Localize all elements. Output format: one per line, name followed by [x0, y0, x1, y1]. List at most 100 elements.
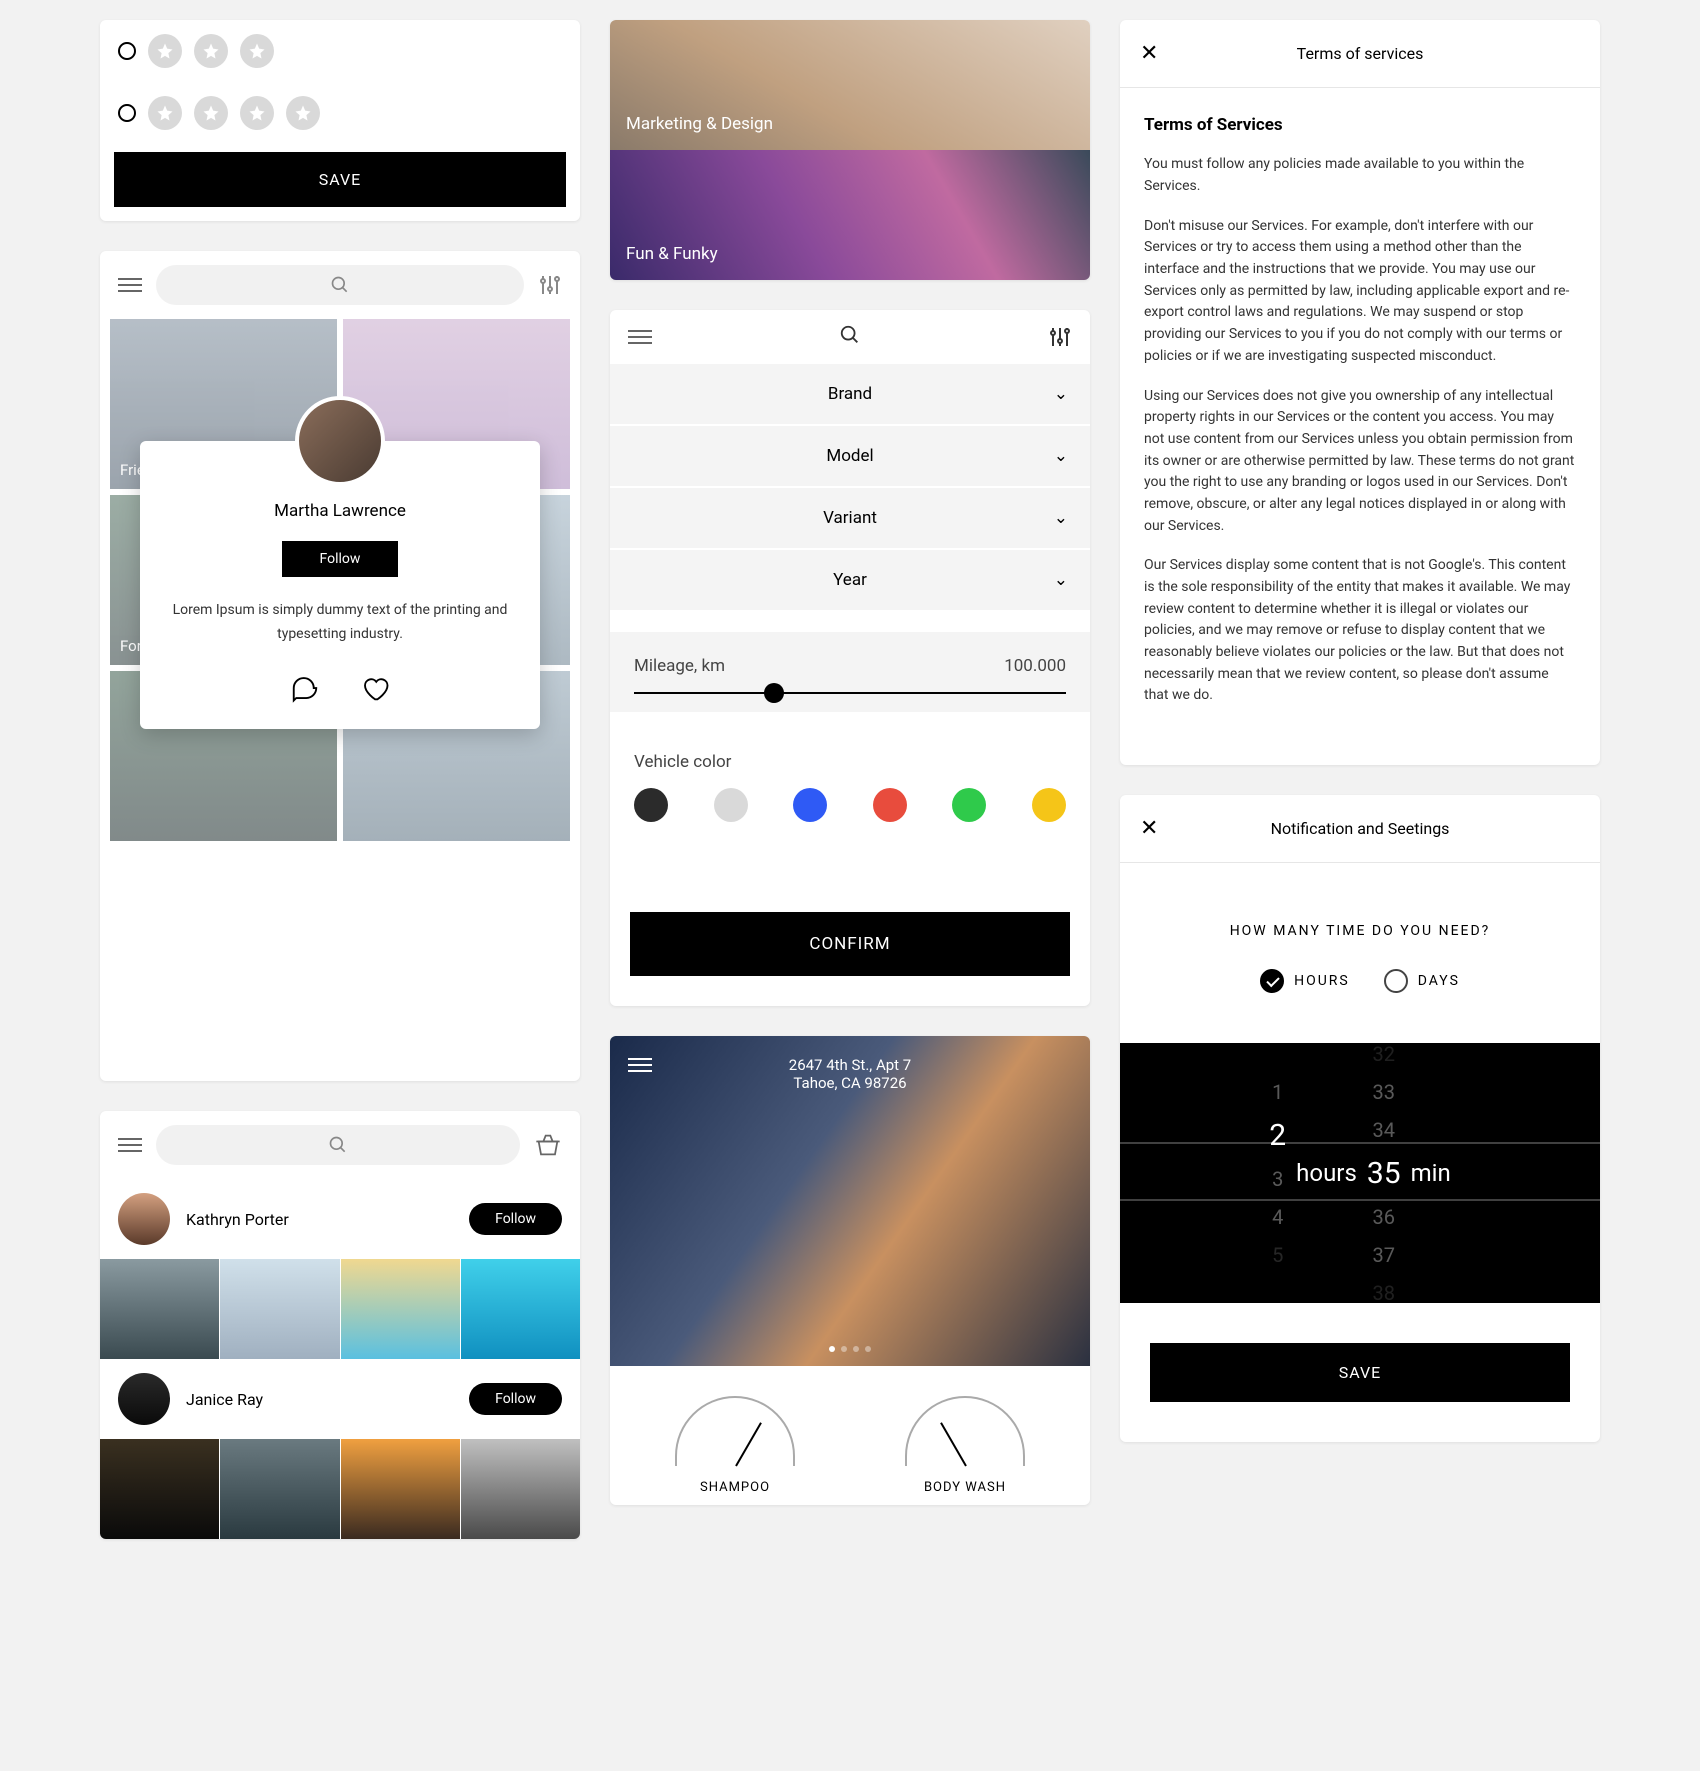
time-wheel[interactable]: 1 2 3 4 5 hours 32 33 34 35 36 37 38 min [1120, 1043, 1600, 1303]
address-line1: 2647 4th St., Apt 7 [610, 1056, 1090, 1074]
terms-card: ✕ Terms of services Terms of Services Yo… [1120, 20, 1600, 765]
thumb[interactable] [341, 1259, 460, 1359]
thumb[interactable] [461, 1259, 580, 1359]
terms-p: Our Services display some content that i… [1144, 555, 1576, 707]
star-icon [240, 34, 274, 68]
color-swatch[interactable] [714, 788, 748, 822]
followers-card: Kathryn Porter Follow Janice Ray Follow [100, 1111, 580, 1539]
hours-wheel[interactable]: 1 2 3 4 5 [1269, 1080, 1286, 1267]
chevron-down-icon: ⌄ [1054, 570, 1068, 590]
comment-icon[interactable] [290, 673, 320, 703]
filter-model[interactable]: Model⌄ [610, 426, 1090, 486]
confirm-button[interactable]: CONFIRM [630, 912, 1070, 976]
hamburger-icon[interactable] [118, 1134, 142, 1156]
chevron-down-icon: ⌄ [1054, 384, 1068, 404]
search-input[interactable] [156, 265, 524, 305]
chevron-down-icon: ⌄ [1054, 446, 1068, 466]
pager-dots[interactable] [610, 1346, 1090, 1352]
save-button[interactable]: SAVE [114, 152, 566, 207]
mileage-value: 100.000 [1004, 656, 1066, 676]
thumb[interactable] [461, 1439, 580, 1539]
hero-image: 2647 4th St., Apt 7 Tahoe, CA 98726 [610, 1036, 1090, 1366]
slider-thumb[interactable] [764, 683, 784, 703]
categories-card: Marketing & Design Fun & Funky [610, 20, 1090, 280]
radio-icon[interactable] [118, 42, 136, 60]
radio-days[interactable]: DAYS [1384, 969, 1460, 993]
slider-track [634, 692, 1066, 694]
gauge-bodywash[interactable]: BODY WASH [890, 1396, 1040, 1495]
search-input[interactable] [156, 1125, 520, 1165]
star-icon [194, 96, 228, 130]
color-swatch[interactable] [952, 788, 986, 822]
radio-icon[interactable] [118, 104, 136, 122]
follow-button[interactable]: Follow [469, 1383, 562, 1415]
terms-header: Terms of services [1140, 44, 1580, 63]
search-icon [328, 1135, 348, 1155]
color-swatches [610, 778, 1090, 862]
gauge-label: SHAMPOO [660, 1480, 810, 1495]
rating-card: SAVE [100, 20, 580, 221]
basket-icon[interactable] [534, 1131, 562, 1159]
search-icon [330, 275, 350, 295]
follow-button[interactable]: Follow [469, 1203, 562, 1235]
profile-popup: Martha Lawrence Follow Lorem Ipsum is si… [140, 441, 540, 729]
banner-marketing[interactable]: Marketing & Design [610, 20, 1090, 150]
thumb[interactable] [220, 1439, 339, 1539]
avatar [118, 1193, 170, 1245]
user-name: Kathryn Porter [186, 1210, 453, 1229]
gauge-shampoo[interactable]: SHAMPOO [660, 1396, 810, 1495]
search-icon[interactable] [839, 324, 861, 346]
thumb[interactable] [100, 1259, 219, 1359]
notification-card: ✕ Notification and Seetings HOW MANY TIM… [1120, 795, 1600, 1442]
mileage-label: Mileage, km [634, 656, 725, 676]
sliders-icon[interactable] [538, 273, 562, 297]
filter-brand[interactable]: Brand⌄ [610, 364, 1090, 424]
banner-fun[interactable]: Fun & Funky [610, 150, 1090, 280]
save-button[interactable]: SAVE [1150, 1343, 1570, 1402]
star-icon [148, 34, 182, 68]
sliders-icon[interactable] [1048, 325, 1072, 349]
mileage-slider[interactable]: Mileage, km 100.000 [610, 632, 1090, 712]
close-icon[interactable]: ✕ [1140, 41, 1158, 66]
vehicle-color-label: Vehicle color [610, 732, 1090, 778]
rating-row-4[interactable] [100, 82, 580, 144]
close-icon[interactable]: ✕ [1140, 816, 1158, 841]
hamburger-icon[interactable] [628, 1054, 652, 1076]
follow-button[interactable]: Follow [282, 541, 399, 577]
color-swatch[interactable] [634, 788, 668, 822]
color-swatch[interactable] [1032, 788, 1066, 822]
user-name: Janice Ray [186, 1390, 453, 1409]
radio-icon [1260, 969, 1284, 993]
avatar [295, 396, 385, 486]
min-unit: min [1411, 1159, 1451, 1187]
hamburger-icon[interactable] [118, 274, 142, 296]
minutes-wheel[interactable]: 32 33 34 35 36 37 38 [1367, 1043, 1401, 1303]
notif-question: HOW MANY TIME DO YOU NEED? [1120, 863, 1600, 969]
thumb[interactable] [341, 1439, 460, 1539]
color-swatch[interactable] [873, 788, 907, 822]
address-line2: Tahoe, CA 98726 [610, 1074, 1090, 1092]
star-icon [194, 34, 228, 68]
terms-p: Don't misuse our Services. For example, … [1144, 216, 1576, 368]
terms-p: You must follow any policies made availa… [1144, 154, 1576, 197]
hamburger-icon[interactable] [628, 326, 652, 348]
filter-card: Brand⌄ Model⌄ Variant⌄ Year⌄ Mileage, km… [610, 310, 1090, 1006]
filter-variant[interactable]: Variant⌄ [610, 488, 1090, 548]
user-row: Kathryn Porter Follow [100, 1179, 580, 1259]
filter-year[interactable]: Year⌄ [610, 550, 1090, 610]
photo-row [100, 1439, 580, 1539]
star-icon [148, 96, 182, 130]
gauge-needle [940, 1422, 967, 1466]
heart-icon[interactable] [360, 673, 390, 703]
radio-hours[interactable]: HOURS [1260, 969, 1350, 993]
profile-desc: Lorem Ipsum is simply dummy text of the … [170, 599, 510, 647]
chevron-down-icon: ⌄ [1054, 508, 1068, 528]
radio-icon [1384, 969, 1408, 993]
thumb[interactable] [100, 1439, 219, 1539]
color-swatch[interactable] [793, 788, 827, 822]
profile-name: Martha Lawrence [170, 501, 510, 521]
thumb[interactable] [220, 1259, 339, 1359]
user-row: Janice Ray Follow [100, 1359, 580, 1439]
star-icon [240, 96, 274, 130]
rating-row-3[interactable] [100, 20, 580, 82]
